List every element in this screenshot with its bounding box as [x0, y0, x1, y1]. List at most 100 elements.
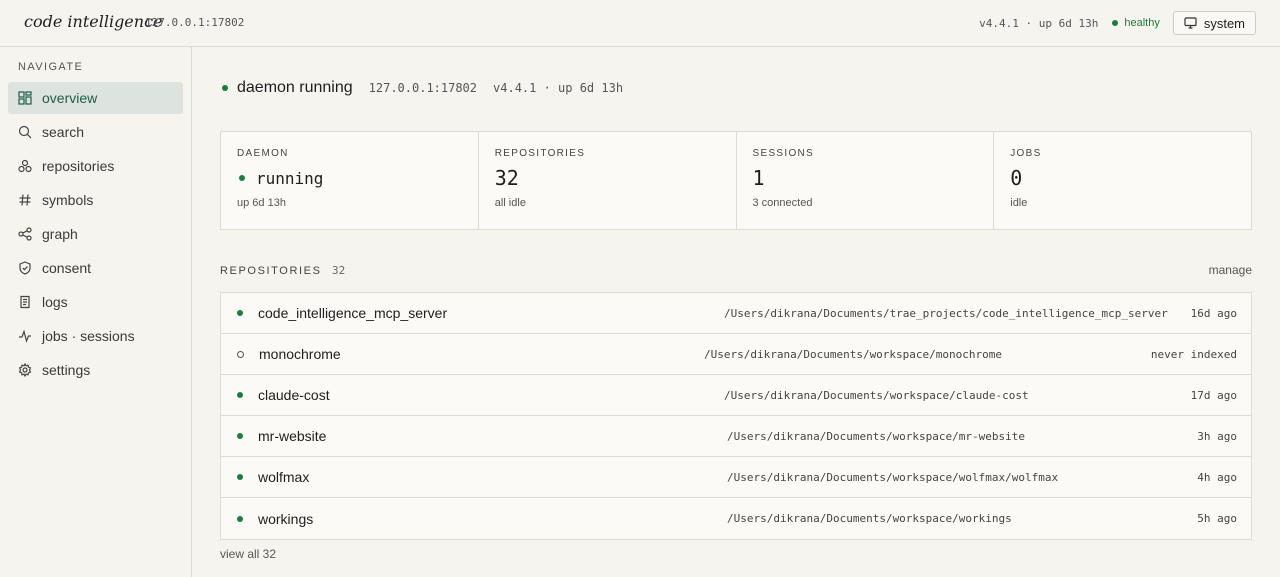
logs-icon — [20, 295, 30, 309]
stat-value: running — [237, 165, 462, 191]
monitor-icon — [1184, 17, 1197, 29]
repo-last-indexed: 5h ago — [1197, 512, 1237, 525]
table-row[interactable]: code_intelligence_mcp_server /Users/dikr… — [221, 293, 1251, 334]
repo-name: wolfmax — [258, 469, 310, 485]
stat-label: JOBS — [1010, 148, 1042, 159]
repositories-header: REPOSITORIES 32 manage — [220, 263, 1252, 277]
table-row[interactable]: workings /Users/dikrana/Documents/worksp… — [221, 498, 1251, 539]
view-all-link[interactable]: view all 32 — [220, 547, 276, 561]
brand-logo[interactable]: code intelligence — [24, 12, 163, 31]
sidebar-item-search[interactable]: search — [8, 116, 183, 148]
activity-icon — [19, 329, 31, 343]
stat-sub: idle — [1010, 197, 1028, 209]
sidebar-item-jobs-sessions[interactable]: jobs · sessions — [8, 320, 183, 352]
sidebar: NAVIGATE overview search repositories sy… — [0, 47, 192, 577]
repo-name: claude-cost — [258, 387, 330, 403]
gear-icon — [18, 363, 32, 377]
sidebar-item-label: settings — [42, 362, 91, 378]
repo-path: /Users/dikrana/Documents/workspace/mr-we… — [727, 429, 1026, 443]
stat-daemon: DAEMON running up 6d 13h — [221, 132, 479, 229]
sidebar-item-consent[interactable]: consent — [8, 252, 183, 284]
theme-toggle-button[interactable]: system — [1172, 11, 1256, 35]
stat-sub: 3 connected — [752, 197, 813, 209]
sidebar-item-repositories[interactable]: repositories — [8, 150, 183, 182]
version-uptime: v4.4.1 · up 6d 13h — [979, 16, 1099, 30]
table-row[interactable]: claude-cost /Users/dikrana/Documents/wor… — [221, 375, 1251, 416]
repo-path: /Users/dikrana/Documents/workspace/monoc… — [704, 347, 1003, 361]
stat-value: 0 — [1010, 166, 1023, 190]
repo-last-indexed: 3h ago — [1197, 429, 1237, 443]
sidebar-item-label: graph — [42, 226, 78, 242]
search-icon — [18, 125, 32, 139]
status-title: daemon running — [237, 79, 353, 96]
topbar-status: v4.4.1 · up 6d 13h healthy system — [979, 11, 1256, 35]
status-indicator-dot — [222, 85, 228, 91]
indexed-dot — [237, 474, 243, 480]
sidebar-item-graph[interactable]: graph — [8, 218, 183, 250]
manage-link[interactable]: manage — [1209, 263, 1252, 277]
stat-label: SESSIONS — [752, 148, 815, 159]
repo-name: mr-website — [258, 428, 327, 444]
theme-label: system — [1203, 15, 1245, 31]
sidebar-item-overview[interactable]: overview — [8, 82, 183, 114]
repo-path: /Users/dikrana/Documents/workspace/worki… — [727, 512, 1012, 525]
table-row[interactable]: wolfmax /Users/dikrana/Documents/workspa… — [221, 457, 1251, 498]
stat-sub: all idle — [494, 197, 526, 209]
stat-repositories: REPOSITORIES 32 all idle — [479, 132, 737, 229]
indexed-dot — [237, 310, 243, 316]
nav-list: overview search repositories symbols gra… — [8, 82, 183, 388]
shield-icon — [19, 261, 31, 275]
stat-label: DAEMON — [237, 148, 289, 159]
repo-path: /Users/dikrana/Documents/trae_projects/c… — [724, 306, 1168, 320]
stat-value: 32 — [494, 166, 519, 190]
indexed-dot — [237, 433, 243, 439]
repo-path: /Users/dikrana/Documents/workspace/wolfm… — [727, 470, 1059, 484]
running-dot — [239, 175, 245, 181]
hash-icon — [19, 194, 31, 206]
daemon-state: running — [256, 168, 324, 188]
daemon-status-line: daemon running 127.0.0.1:17802 v4.4.1 · … — [220, 78, 623, 98]
stat-sessions: SESSIONS 1 3 connected — [737, 132, 995, 229]
graph-icon — [18, 227, 32, 241]
repo-path: /Users/dikrana/Documents/workspace/claud… — [724, 388, 1029, 402]
sidebar-item-label: jobs · sessions — [42, 328, 135, 344]
repositories-icon — [18, 159, 32, 173]
stats-panel: DAEMON running up 6d 13h REPOSITORIES 32… — [220, 131, 1252, 230]
repo-name: code_intelligence_mcp_server — [258, 305, 448, 321]
sidebar-item-label: repositories — [42, 158, 115, 174]
nav-title: NAVIGATE — [18, 61, 84, 73]
sidebar-item-label: symbols — [42, 192, 94, 208]
repositories-title: REPOSITORIES — [220, 265, 322, 277]
sidebar-item-label: search — [42, 124, 85, 140]
sidebar-item-label: consent — [42, 260, 92, 276]
repo-last-indexed: never indexed — [1150, 347, 1237, 361]
table-row[interactable]: mr-website /Users/dikrana/Documents/work… — [221, 416, 1251, 457]
indexed-dot — [237, 515, 243, 522]
stat-value: 1 — [752, 166, 765, 190]
repositories-table: code_intelligence_mcp_server /Users/dikr… — [220, 292, 1252, 540]
repo-name: workings — [258, 510, 314, 527]
repo-last-indexed: 4h ago — [1197, 470, 1237, 484]
repo-last-indexed: 16d ago — [1190, 306, 1237, 320]
sidebar-item-logs[interactable]: logs — [8, 286, 183, 318]
repo-last-indexed: 17d ago — [1190, 388, 1237, 402]
repo-name: monochrome — [259, 346, 341, 362]
sidebar-item-label: overview — [42, 90, 98, 106]
not-indexed-dot — [237, 350, 244, 358]
health-indicator-dot — [1112, 20, 1119, 26]
indexed-dot — [237, 392, 243, 398]
health-status: healthy — [1124, 17, 1160, 29]
sidebar-item-settings[interactable]: settings — [8, 354, 183, 386]
sidebar-item-label: logs — [42, 294, 68, 310]
top-bar: code intelligence 127.0.0.1:17802 v4.4.1… — [0, 0, 1280, 47]
daemon-host: 127.0.0.1:17802 — [145, 16, 245, 29]
table-row[interactable]: monochrome /Users/dikrana/Documents/work… — [221, 334, 1251, 375]
stat-jobs: JOBS 0 idle — [994, 132, 1251, 229]
status-version: v4.4.1 · up 6d 13h — [493, 81, 624, 95]
stat-label: REPOSITORIES — [494, 148, 586, 159]
stat-sub: up 6d 13h — [237, 197, 286, 209]
repositories-count: 32 — [331, 264, 346, 277]
dashboard-icon — [18, 91, 32, 105]
sidebar-item-symbols[interactable]: symbols — [8, 184, 183, 216]
status-host: 127.0.0.1:17802 — [368, 81, 478, 95]
